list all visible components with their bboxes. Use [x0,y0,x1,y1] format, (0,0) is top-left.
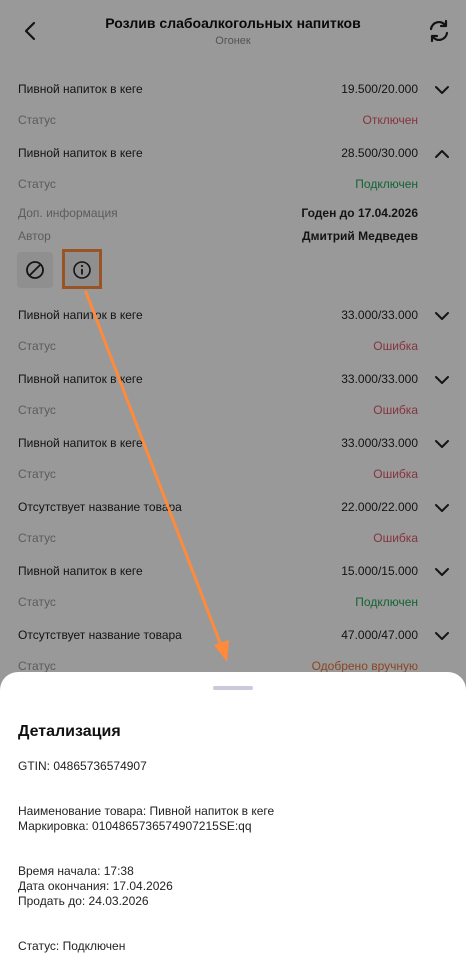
chevron-left-icon [24,21,36,41]
item-header-row[interactable]: Пивной напиток в кеге 15.000/15.000 [0,556,466,588]
list-item: Отсутствует название товара 22.000/22.00… [0,492,466,556]
chevron-up-icon[interactable] [432,146,452,162]
page-title: Розлив слабоалкогольных напитков [105,15,361,31]
list-item: Пивной напиток в кеге 33.000/33.000 Стат… [0,428,466,492]
status-label: Статус [18,659,56,673]
gtin-line: GTIN: 04865736574907 [18,759,147,773]
chevron-down-icon[interactable] [432,308,452,324]
list-item: Пивной напиток в кеге 15.000/15.000 Стат… [0,556,466,620]
product-name: Пивной напиток в кеге [18,372,143,386]
item-actions [0,248,466,300]
author-row: Автор Дмитрий Медведев [0,225,466,248]
product-name: Пивной напиток в кеге [18,82,143,96]
extra-info-label: Доп. информация [18,206,118,220]
status-row: Статус Подключен [0,170,466,202]
item-header-row[interactable]: Отсутствует название товара 47.000/47.00… [0,620,466,652]
status-value: Ошибка [373,467,418,481]
chevron-down-icon[interactable] [432,500,452,516]
volume-value: 15.000/15.000 [341,564,418,578]
product-name: Отсутствует название товара [18,500,182,514]
item-header-row[interactable]: Отсутствует название товара 22.000/22.00… [0,492,466,524]
status-label: Статус [18,531,56,545]
item-header-row[interactable]: Пивной напиток в кеге 33.000/33.000 [0,428,466,460]
marking-line: Маркировка: 0104865736574907215SE:qq [18,819,252,833]
status-row: Статус Ошибка [0,396,466,428]
list-item: Пивной напиток в кеге 28.500/30.000 Стат… [0,138,466,300]
status-label: Статус [18,403,56,417]
info-button-highlight [62,249,102,289]
page-subtitle: Огонек [215,35,251,47]
volume-value: 33.000/33.000 [341,372,418,386]
product-name: Пивной напиток в кеге [18,436,143,450]
end-date-line: Дата окончания: 17.04.2026 [18,879,173,893]
author-label: Автор [18,229,51,243]
status-value: Одобрено вручную [311,659,418,673]
back-button[interactable] [14,14,46,48]
block-icon [26,261,44,279]
status-label: Статус [18,339,56,353]
sheet-drag-handle[interactable] [213,686,253,690]
disable-button[interactable] [17,252,53,288]
product-name: Пивной напиток в кеге [18,564,143,578]
product-name-line: Наименование товара: Пивной напиток в ке… [18,804,275,818]
volume-value: 19.500/20.000 [341,82,418,96]
item-header-row[interactable]: Пивной напиток в кеге 19.500/20.000 [0,74,466,106]
product-name: Пивной напиток в кеге [18,146,143,160]
chevron-down-icon[interactable] [432,82,452,98]
refresh-icon [429,19,449,43]
chevron-down-icon[interactable] [432,372,452,388]
details-bottom-sheet: Детализация GTIN: 04865736574907 Наимено… [0,672,466,972]
product-name: Пивной напиток в кеге [18,308,143,322]
status-value: Отключен [362,113,418,127]
chevron-down-icon[interactable] [432,628,452,644]
status-value: Ошибка [373,339,418,353]
status-label: Статус [18,595,56,609]
author-value: Дмитрий Медведев [302,229,418,243]
volume-value: 28.500/30.000 [341,146,418,160]
product-name: Отсутствует название товара [18,628,182,642]
status-label: Статус [18,113,56,127]
status-row: Статус Отключен [0,106,466,138]
status-row: Статус Ошибка [0,524,466,556]
header: Розлив слабоалкогольных напитков Огонек [0,0,466,62]
status-value: Подключен [355,595,418,609]
sheet-body: GTIN: 04865736574907 Наименование товара… [18,759,274,954]
sell-by-line: Продать до: 24.03.2026 [18,894,149,908]
item-header-row[interactable]: Пивной напиток в кеге 33.000/33.000 [0,364,466,396]
volume-value: 33.000/33.000 [341,308,418,322]
extra-info-row: Доп. информация Годен до 17.04.2026 [0,202,466,225]
refresh-button[interactable] [422,14,456,48]
status-row: Статус Ошибка [0,460,466,492]
status-line: Статус: Подключен [18,939,126,953]
chevron-down-icon[interactable] [432,564,452,580]
keg-list: Пивной напиток в кеге 19.500/20.000 Стат… [0,74,466,684]
chevron-down-icon[interactable] [432,436,452,452]
start-time-line: Время начала: 17:38 [18,864,134,878]
volume-value: 22.000/22.000 [341,500,418,514]
status-value: Ошибка [373,403,418,417]
status-row: Статус Ошибка [0,332,466,364]
item-header-row[interactable]: Пивной напиток в кеге 28.500/30.000 [0,138,466,170]
list-item: Пивной напиток в кеге 19.500/20.000 Стат… [0,74,466,138]
extra-info-value: Годен до 17.04.2026 [301,206,418,220]
status-value: Подключен [355,177,418,191]
list-item: Пивной напиток в кеге 33.000/33.000 Стат… [0,364,466,428]
status-value: Ошибка [373,531,418,545]
status-label: Статус [18,177,56,191]
status-row: Статус Подключен [0,588,466,620]
volume-value: 47.000/47.000 [341,628,418,642]
list-item: Пивной напиток в кеге 33.000/33.000 Стат… [0,300,466,364]
item-header-row[interactable]: Пивной напиток в кеге 33.000/33.000 [0,300,466,332]
sheet-title: Детализация [18,723,121,740]
status-label: Статус [18,467,56,481]
volume-value: 33.000/33.000 [341,436,418,450]
